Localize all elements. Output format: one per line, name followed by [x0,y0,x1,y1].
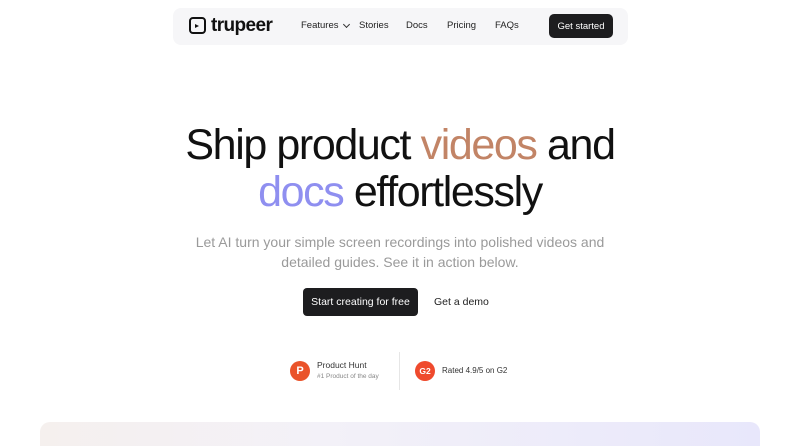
g2-badge[interactable]: G2 Rated 4.9/5 on G2 [415,361,507,381]
start-creating-button[interactable]: Start creating for free [303,288,418,316]
hero-headline: Ship product videos and docs effortlessl… [0,122,800,216]
logo-text: trupeer [211,15,273,36]
top-navbar: trupeer Features Stories Docs Pricing FA… [173,8,628,45]
nav-item-features[interactable]: Features [301,20,350,32]
headline-highlight-videos: videos [420,121,538,169]
g2-rating-text: Rated 4.9/5 on G2 [442,366,508,375]
headline-text-2: and [536,121,616,169]
subtitle-line-2: detailed guides. See it in action below. [281,254,519,270]
product-hunt-subtitle: #1 Product of the day [317,373,379,380]
badge-divider [399,352,400,390]
get-demo-link[interactable]: Get a demo [434,295,489,309]
subtitle-line-1: Let AI turn your simple screen recording… [195,234,605,250]
g2-icon: G2 [415,361,435,381]
nav-item-stories[interactable]: Stories [359,20,389,32]
nav-item-faqs[interactable]: FAQs [495,20,519,32]
product-hunt-icon: P [290,361,310,381]
get-started-button[interactable]: Get started [549,14,613,38]
nav-item-features-label: Features [301,20,339,31]
headline-text-3: effortlessly [343,168,543,216]
product-hunt-title: Product Hunt [317,360,367,370]
headline-highlight-docs: docs [258,168,345,216]
hero-subtitle: Let AI turn your simple screen recording… [0,232,800,272]
chevron-down-icon [342,20,350,29]
product-hunt-badge[interactable]: P Product Hunt #1 Product of the day [290,360,379,382]
logo-mark-icon [189,17,206,34]
product-hunt-text: Product Hunt #1 Product of the day [317,360,379,382]
logo[interactable]: trupeer [189,15,273,36]
product-preview-panel [40,422,760,446]
nav-item-docs[interactable]: Docs [406,20,428,32]
nav-item-pricing[interactable]: Pricing [447,20,476,32]
headline-text-1: Ship product [185,121,421,169]
